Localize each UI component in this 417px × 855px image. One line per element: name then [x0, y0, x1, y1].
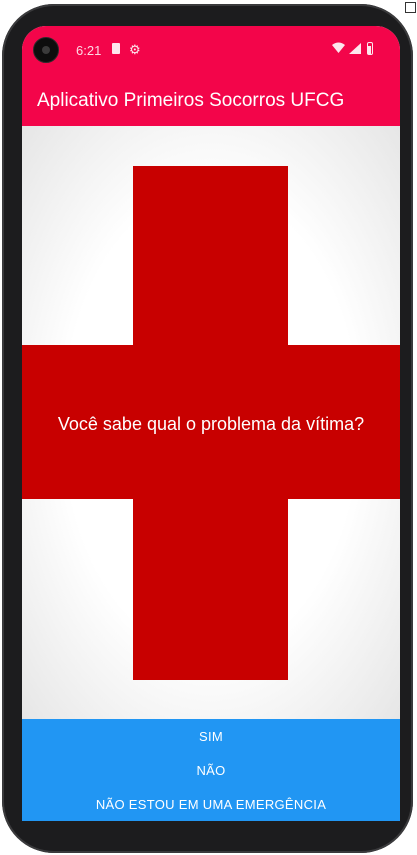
settings-gear-icon: ⚙: [129, 42, 141, 57]
phone-frame: 6:21 ⚙ Aplicativo Primeiros Socorros UFC…: [2, 4, 413, 853]
battery-icon: [367, 42, 373, 55]
status-time: 6:21: [76, 43, 102, 58]
question-text: Você sabe qual o problema da vítima?: [57, 414, 365, 434]
no-button[interactable]: NÃO: [22, 753, 400, 787]
app-bar: Aplicativo Primeiros Socorros UFCG: [22, 74, 400, 126]
screen: 6:21 ⚙ Aplicativo Primeiros Socorros UFC…: [22, 26, 400, 821]
not-emergency-button[interactable]: NÃO ESTOU EM UMA EMERGÊNCIA: [22, 787, 400, 821]
device: 6:21 ⚙ Aplicativo Primeiros Socorros UFC…: [0, 0, 417, 855]
sim-card-icon: [112, 43, 120, 54]
wifi-icon: [332, 42, 345, 56]
signal-icon: [349, 43, 361, 57]
button-panel: SIM NÃO NÃO ESTOU EM UMA EMERGÊNCIA: [22, 719, 400, 821]
yes-button[interactable]: SIM: [22, 719, 400, 753]
main-content: Você sabe qual o problema da vítima?: [22, 126, 400, 719]
status-bar: 6:21 ⚙: [22, 26, 400, 74]
app-title: Aplicativo Primeiros Socorros UFCG: [37, 90, 345, 111]
window-restore-icon[interactable]: [405, 2, 416, 13]
camera-icon: [33, 37, 59, 63]
